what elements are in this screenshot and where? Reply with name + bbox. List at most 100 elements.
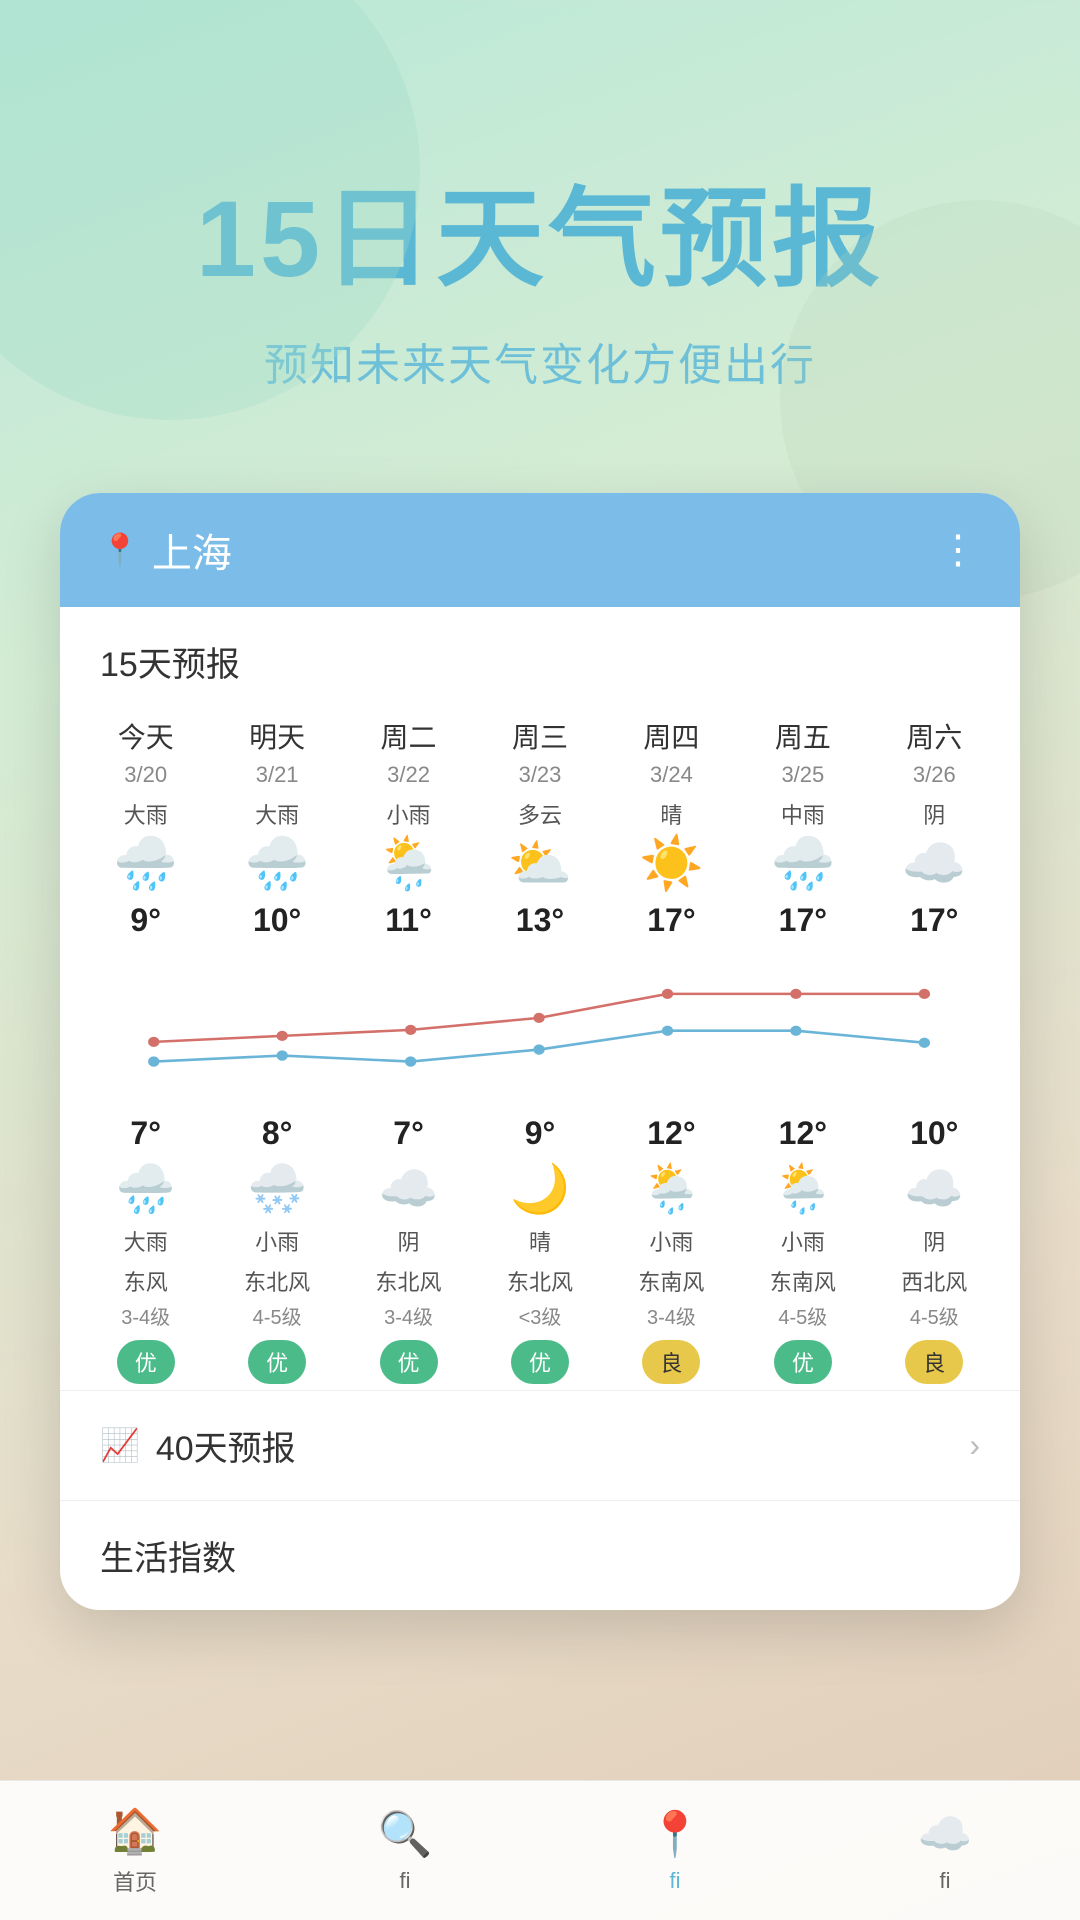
air-badge-0: 优 (117, 1340, 175, 1384)
search-nav-icon: 🔍 (378, 1808, 433, 1860)
night-condition-6: 阴 (923, 1225, 945, 1257)
day-date-3: 3/23 (519, 762, 562, 788)
forty-day-label: 40天预报 (156, 1421, 296, 1470)
location-icon: 📍 (100, 531, 140, 569)
night-condition-4: 小雨 (649, 1225, 693, 1257)
weather-icon-5: 🌧️ (770, 838, 835, 890)
low-col-0: 7° 🌧️ 大雨 东风 3-4级 优 (80, 1109, 211, 1390)
day-name-4: 周四 (643, 716, 699, 756)
day-low-5: 12° (779, 1115, 827, 1152)
night-icon-5: 🌦️ (773, 1160, 833, 1217)
day-low-3: 9° (525, 1115, 556, 1152)
forty-day-left: 📈 40天预报 (100, 1421, 296, 1470)
bottom-nav: 🏠 首页 🔍 fi 📍 fi ☁️ fi (0, 1780, 1080, 1920)
chart-icon: 📈 (100, 1426, 140, 1464)
nav-item-search[interactable]: 🔍 fi (378, 1808, 433, 1894)
day-condition-2: 小雨 (387, 798, 431, 830)
weather-icon-0: 🌧️ (113, 838, 178, 890)
nav-label-weather: fi (939, 1868, 950, 1894)
day-high-1: 10° (253, 902, 301, 939)
wind-dir-6: 西北风 (901, 1265, 967, 1297)
night-condition-2: 阴 (398, 1225, 420, 1257)
day-low-1: 8° (262, 1115, 293, 1152)
day-col-1: 明天 3/21 大雨 🌧️ 10° (211, 706, 342, 949)
day-name-1: 明天 (249, 716, 305, 756)
home-nav-icon: 🏠 (108, 1805, 163, 1857)
wind-level-4: 3-4级 (647, 1301, 696, 1330)
wind-level-2: 3-4级 (384, 1301, 433, 1330)
low-col-4: 12° 🌦️ 小雨 东南风 3-4级 良 (606, 1109, 737, 1390)
wind-dir-1: 东北风 (244, 1265, 310, 1297)
app-header-left: 📍 上海 (100, 521, 232, 579)
nav-item-home[interactable]: 🏠 首页 (108, 1805, 163, 1897)
day-condition-5: 中雨 (781, 798, 825, 830)
wind-level-1: 4-5级 (253, 1301, 302, 1330)
low-col-2: 7° ☁️ 阴 东北风 3-4级 优 (343, 1109, 474, 1390)
day-col-0: 今天 3/20 大雨 🌧️ 9° (80, 706, 211, 949)
low-col-1: 8° 🌨️ 小雨 东北风 4-5级 优 (211, 1109, 342, 1390)
day-low-6: 10° (910, 1115, 958, 1152)
day-high-4: 17° (647, 902, 695, 939)
air-badge-4: 良 (642, 1340, 700, 1384)
life-index-section[interactable]: 生活指数 (60, 1500, 1020, 1610)
forecast-label: 15天预报 (60, 607, 1020, 696)
night-icon-1: 🌨️ (247, 1160, 307, 1217)
wind-dir-4: 东南风 (638, 1265, 704, 1297)
day-high-2: 11° (385, 902, 432, 939)
air-badge-6: 良 (905, 1340, 963, 1384)
app-header: 📍 上海 ⋮ (60, 493, 1020, 607)
day-date-5: 3/25 (781, 762, 824, 788)
temperature-chart (60, 949, 1020, 1109)
wind-dir-5: 东南风 (770, 1265, 836, 1297)
weather-icon-2: 🌦️ (376, 838, 441, 890)
day-name-2: 周二 (381, 716, 437, 756)
day-name-5: 周五 (775, 716, 831, 756)
life-index-left: 生活指数 (100, 1531, 236, 1580)
night-icon-2: ☁️ (379, 1160, 439, 1217)
day-low-2: 7° (393, 1115, 424, 1152)
wind-level-3: <3级 (519, 1301, 562, 1330)
day-name-6: 周六 (906, 716, 962, 756)
wind-dir-3: 东北风 (507, 1265, 573, 1297)
low-col-5: 12° 🌦️ 小雨 东南风 4-5级 优 (737, 1109, 868, 1390)
day-condition-6: 阴 (923, 798, 945, 830)
forty-day-section[interactable]: 📈 40天预报 › (60, 1390, 1020, 1500)
night-icon-0: 🌧️ (116, 1160, 176, 1217)
nav-label-home: 首页 (113, 1865, 157, 1897)
night-icon-3: 🌙 (510, 1160, 570, 1217)
night-icon-6: ☁️ (904, 1160, 964, 1217)
day-date-0: 3/20 (124, 762, 167, 788)
low-col-3: 9° 🌙 晴 东北风 <3级 优 (474, 1109, 605, 1390)
nav-label-search: fi (399, 1868, 410, 1894)
weather-icon-6: ☁️ (902, 838, 967, 890)
city-name: 上海 (152, 521, 232, 579)
air-badge-3: 优 (511, 1340, 569, 1384)
chevron-right-icon: › (969, 1427, 980, 1464)
low-col-6: 10° ☁️ 阴 西北风 4-5级 良 (869, 1109, 1000, 1390)
day-low-4: 12° (647, 1115, 695, 1152)
wind-level-6: 4-5级 (910, 1301, 959, 1330)
life-index-label: 生活指数 (100, 1531, 236, 1580)
day-col-3: 周三 3/23 多云 ⛅ 13° (474, 706, 605, 949)
menu-icon[interactable]: ⋮ (938, 527, 980, 573)
weather-nav-icon: ☁️ (918, 1808, 973, 1860)
days-grid-bottom: 7° 🌧️ 大雨 东风 3-4级 优 8° 🌨️ 小雨 东北风 4-5级 优 7… (60, 1109, 1020, 1390)
day-condition-3: 多云 (518, 798, 562, 830)
night-icon-4: 🌦️ (642, 1160, 702, 1217)
location-nav-icon: 📍 (648, 1808, 703, 1860)
nav-item-location[interactable]: 📍 fi (648, 1808, 703, 1894)
day-low-0: 7° (130, 1115, 161, 1152)
day-condition-1: 大雨 (255, 798, 299, 830)
day-name-3: 周三 (512, 716, 568, 756)
day-col-2: 周二 3/22 小雨 🌦️ 11° (343, 706, 474, 949)
day-date-2: 3/22 (387, 762, 430, 788)
days-grid-top: 今天 3/20 大雨 🌧️ 9° 明天 3/21 大雨 🌧️ 10° 周二 3/… (60, 696, 1020, 949)
day-condition-4: 晴 (660, 798, 682, 830)
night-condition-5: 小雨 (781, 1225, 825, 1257)
day-high-5: 17° (779, 902, 827, 939)
air-badge-1: 优 (248, 1340, 306, 1384)
wind-level-5: 4-5级 (778, 1301, 827, 1330)
day-col-4: 周四 3/24 晴 ☀️ 17° (606, 706, 737, 949)
day-col-5: 周五 3/25 中雨 🌧️ 17° (737, 706, 868, 949)
nav-item-weather[interactable]: ☁️ fi (918, 1808, 973, 1894)
